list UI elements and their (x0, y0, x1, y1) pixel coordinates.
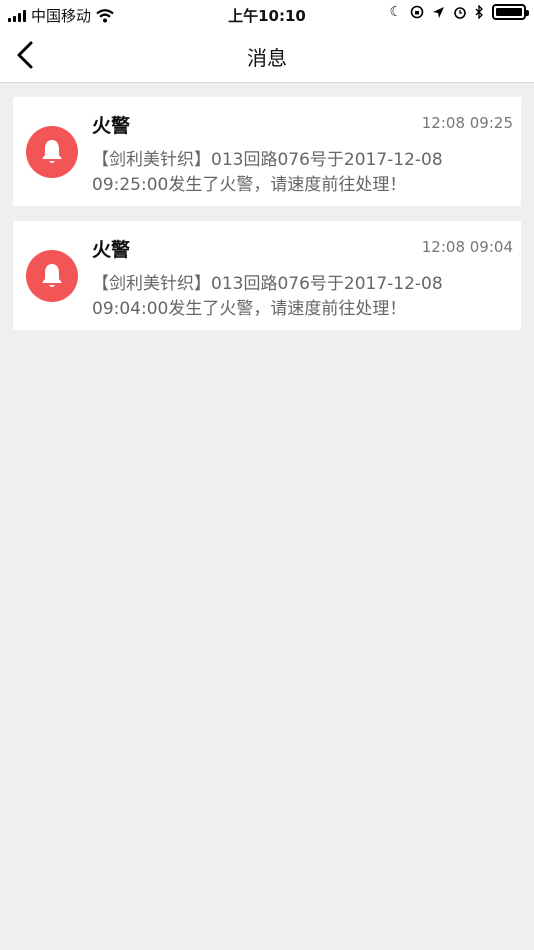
location-icon (433, 6, 444, 18)
alert-avatar (26, 126, 78, 178)
status-bar: 中国移动 上午10:10 ☾ (0, 0, 534, 28)
alarm-icon (454, 7, 466, 19)
bluetooth-icon (475, 5, 483, 19)
message-title: 火警 (92, 239, 131, 261)
message-time: 12:08 09:25 (421, 114, 513, 132)
bell-icon (42, 140, 62, 163)
rotation-lock-icon (410, 5, 424, 19)
message-item[interactable]: 火警 12:08 09:25 【剑利美针织】013回路076号于2017-12-… (13, 97, 521, 206)
navigation-bar: 消息 (0, 28, 534, 83)
message-time: 12:08 09:04 (421, 238, 513, 256)
status-right: ☾ (389, 4, 529, 20)
battery-icon (492, 4, 529, 20)
message-item[interactable]: 火警 12:08 09:04 【剑利美针织】013回路076号于2017-12-… (13, 221, 521, 330)
page-title: 消息 (247, 46, 287, 70)
moon-icon: ☾ (389, 4, 402, 20)
message-list: 火警 12:08 09:25 【剑利美针织】013回路076号于2017-12-… (13, 97, 521, 345)
bell-icon (42, 264, 62, 287)
message-body: 【剑利美针织】013回路076号于2017-12-08 09:25:00发生了火… (92, 150, 443, 195)
alert-avatar (26, 250, 78, 302)
message-body: 【剑利美针织】013回路076号于2017-12-08 09:04:00发生了火… (92, 274, 443, 319)
message-title: 火警 (92, 115, 131, 137)
